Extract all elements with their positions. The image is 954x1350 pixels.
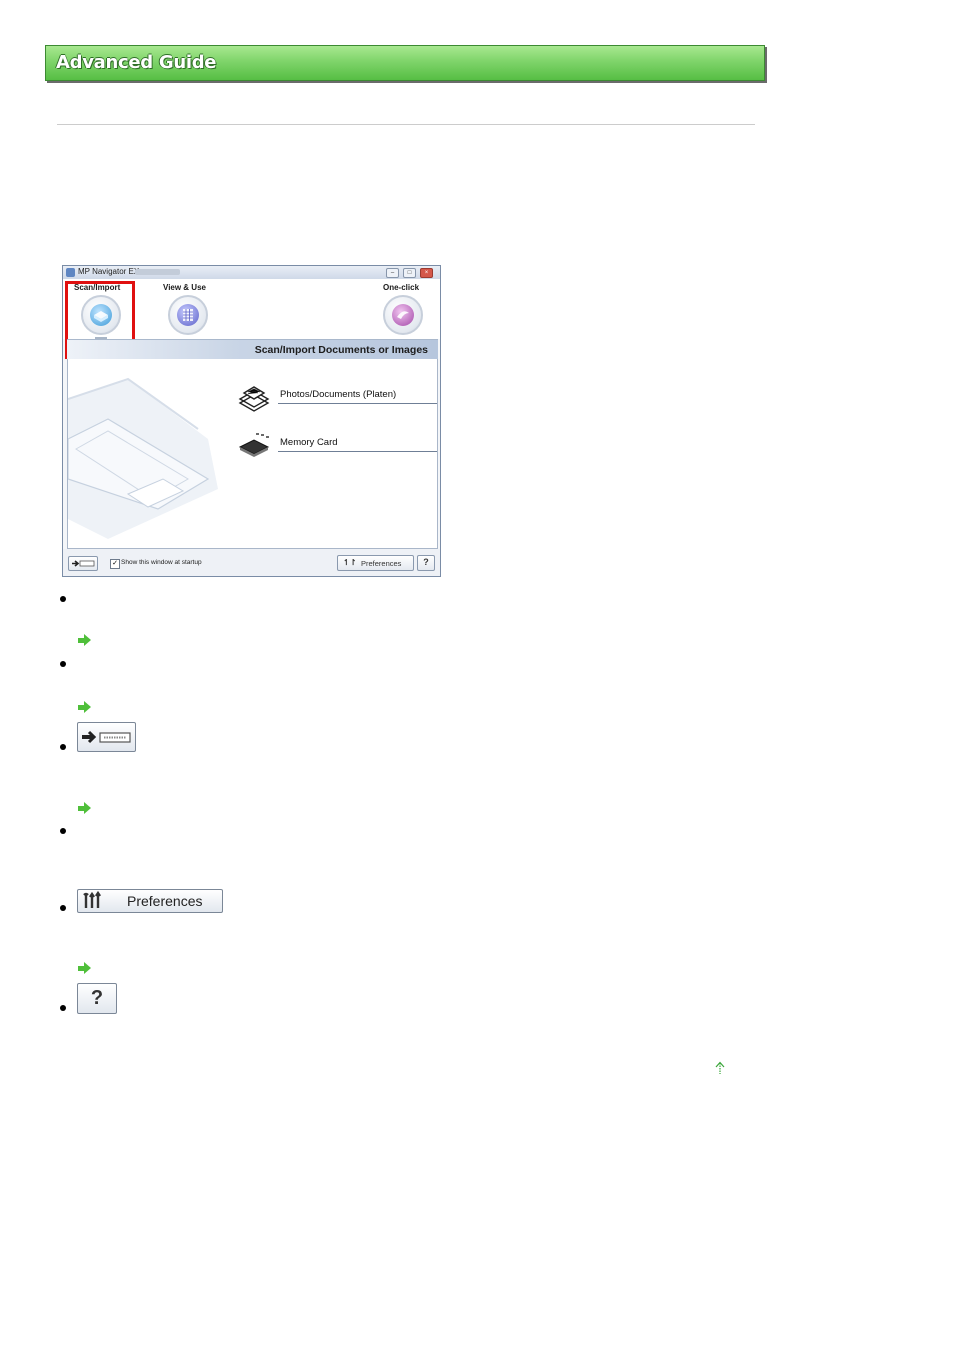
option-photos-documents[interactable]: Photos/Documents (Platen) bbox=[236, 383, 437, 413]
option-photos-documents-label: Photos/Documents (Platen) bbox=[280, 389, 397, 400]
banner-title: Advanced Guide bbox=[56, 52, 217, 73]
scanner-illustration bbox=[68, 377, 218, 539]
option-memory-card-label: Memory Card bbox=[280, 437, 338, 448]
advanced-guide-banner: Advanced Guide bbox=[45, 45, 765, 81]
window-title: MP Navigator EX bbox=[78, 267, 140, 276]
window-subtitle-placeholder bbox=[135, 269, 180, 275]
window-titlebar: MP Navigator EX – □ × bbox=[63, 266, 440, 280]
switch-mode-button[interactable] bbox=[68, 556, 98, 571]
bullet bbox=[60, 661, 66, 667]
photos-documents-icon bbox=[238, 386, 270, 412]
app-icon bbox=[66, 268, 75, 277]
bullet bbox=[60, 596, 66, 602]
window-bottom-bar: ✓ Show this window at startup ↿↾ Prefere… bbox=[63, 549, 440, 576]
switch-mode-button-image bbox=[77, 722, 136, 752]
bullet bbox=[60, 828, 66, 834]
preferences-button[interactable]: ↿↾ Preferences bbox=[337, 555, 414, 571]
preferences-label: Preferences bbox=[361, 559, 402, 568]
close-icon[interactable]: × bbox=[420, 268, 433, 278]
preferences-button-image: Preferences bbox=[77, 889, 223, 913]
scan-import-panel: Photos/Documents (Platen) Memory Card bbox=[67, 359, 438, 549]
view-use-icon bbox=[177, 304, 199, 326]
preferences-icon bbox=[83, 890, 101, 908]
switch-mode-icon bbox=[72, 560, 95, 567]
help-button-image: ? bbox=[77, 983, 117, 1014]
tab-view-use-label[interactable]: View & Use bbox=[163, 283, 206, 292]
memory-card-icon bbox=[238, 433, 270, 457]
option-underline bbox=[278, 403, 437, 404]
startup-checkbox[interactable]: ✓ bbox=[110, 559, 120, 569]
bullet bbox=[60, 744, 66, 750]
help-button[interactable]: ? bbox=[417, 555, 435, 571]
bullet bbox=[60, 1005, 66, 1011]
one-click-icon bbox=[392, 304, 414, 326]
help-label: ? bbox=[90, 987, 104, 1009]
divider bbox=[57, 124, 755, 125]
section-header: Scan/Import Documents or Images bbox=[67, 339, 438, 360]
preferences-icon: ↿↾ bbox=[343, 558, 357, 567]
section-header-title: Scan/Import Documents or Images bbox=[254, 344, 428, 356]
mp-navigator-window: MP Navigator EX – □ × Scan/Import View &… bbox=[62, 265, 441, 577]
tab-one-click-label[interactable]: One-click bbox=[383, 283, 419, 292]
option-underline bbox=[278, 451, 437, 452]
switch-mode-icon bbox=[82, 730, 131, 744]
minimize-icon[interactable]: – bbox=[386, 268, 399, 278]
bullet bbox=[60, 905, 66, 911]
tab-view-use[interactable] bbox=[168, 295, 208, 335]
preferences-label: Preferences bbox=[127, 893, 203, 909]
tab-one-click[interactable] bbox=[383, 295, 423, 335]
startup-checkbox-label: Show this window at startup bbox=[121, 559, 202, 566]
page-top-arrow-icon[interactable] bbox=[714, 1061, 726, 1075]
option-memory-card[interactable]: Memory Card bbox=[236, 431, 437, 461]
maximize-icon[interactable]: □ bbox=[403, 268, 416, 278]
